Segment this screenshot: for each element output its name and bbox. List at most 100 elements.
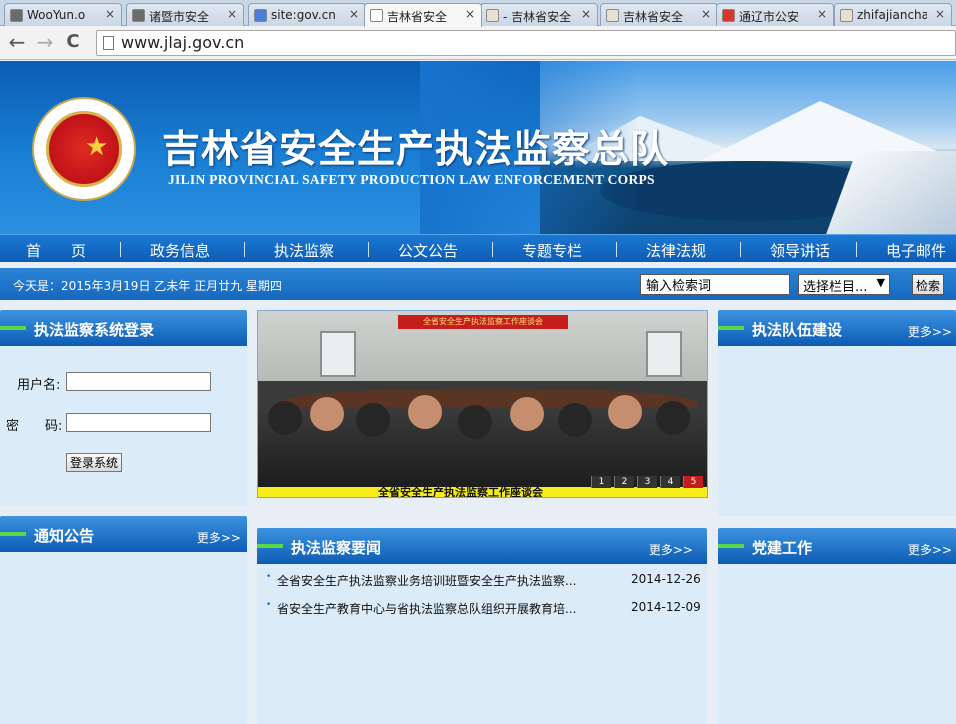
tab-favicon-icon	[370, 9, 383, 22]
header-accent-bar	[718, 326, 744, 330]
login-title: 执法监察系统登录	[34, 321, 155, 339]
tab-label: site:gov.cn	[271, 8, 336, 22]
browser-tab[interactable]: - 吉林省安全 ×	[480, 3, 598, 26]
reload-icon[interactable]: C	[62, 31, 84, 53]
browser-tab[interactable]: zhifajiancha ×	[834, 3, 952, 26]
nav-separator	[120, 242, 121, 257]
url-text: www.jlaj.gov.cn	[121, 33, 245, 52]
nav-item[interactable]: 专题专栏	[522, 240, 582, 261]
star-icon: ★	[85, 132, 109, 162]
bullet-icon: •	[266, 600, 272, 610]
slide-number-button[interactable]: 2	[614, 476, 634, 488]
tab-favicon-icon	[486, 9, 499, 22]
header-accent-bar	[257, 544, 283, 548]
back-icon[interactable]: ←	[6, 31, 28, 53]
forward-icon[interactable]: →	[34, 31, 56, 53]
browser-tab[interactable]: WooYun.o ×	[4, 3, 122, 26]
browser-tab[interactable]: site:gov.cn ×	[248, 3, 366, 26]
team-more-link[interactable]: 更多>>	[908, 323, 952, 340]
login-button[interactable]: 登录系统	[66, 453, 122, 472]
tab-favicon-icon	[722, 9, 735, 22]
tab-label: 吉林省安全	[623, 10, 684, 24]
current-date: 今天是：2015年3月19日 乙未年 正月廿九 星期四	[13, 279, 282, 293]
tab-favicon-icon	[132, 9, 145, 22]
slide-number-button[interactable]: 4	[660, 476, 680, 488]
bullet-icon: •	[266, 572, 272, 582]
search-button[interactable]: 检索	[912, 274, 944, 295]
news-title: 执法监察要闻	[291, 539, 382, 557]
browser-tab[interactable]: 吉林省安全 ×	[600, 3, 718, 26]
header-accent-bar	[718, 544, 744, 548]
close-icon[interactable]: ×	[349, 7, 359, 21]
party-title: 党建工作	[752, 539, 813, 557]
close-icon[interactable]: ×	[227, 7, 237, 21]
search-input[interactable]	[640, 274, 790, 295]
nav-separator	[616, 242, 617, 257]
notices-panel: 通知公告 更多>> •企业安全生产基本情况登记表•吉林省安全生产监督管理局关于转…	[0, 516, 247, 724]
chevron-down-icon: ▼	[876, 276, 885, 289]
browser-toolbar: ← → C www.jlaj.gov.cn	[0, 26, 956, 60]
nav-item[interactable]: 执法监察	[274, 240, 334, 261]
nav-separator	[740, 242, 741, 257]
nav-item[interactable]: 法律法规	[646, 240, 706, 261]
close-icon[interactable]: ×	[701, 7, 711, 21]
news-item-date: 2014-12-09	[631, 600, 701, 614]
tab-favicon-icon	[254, 9, 267, 22]
close-icon[interactable]: ×	[817, 7, 827, 21]
page-icon	[103, 36, 114, 50]
browser-tab[interactable]: 吉林省安全 ×	[364, 3, 482, 27]
news-item-title: 全省安全生产执法监察业务培训班暨安全生产执法监察...	[277, 574, 577, 588]
nav-item[interactable]: 领导讲话	[770, 240, 830, 261]
nav-item[interactable]: 首 页	[26, 240, 86, 261]
photo-slideshow[interactable]: 全省安全生产执法监察工作座谈会 全省安全生产执法监察工作座谈会	[257, 310, 708, 498]
tab-label: WooYun.o	[27, 8, 86, 22]
notices-title: 通知公告	[34, 527, 95, 545]
site-subtitle: JILIN PROVINCIAL SAFETY PRODUCTION LAW E…	[168, 172, 655, 187]
news-item-date: 2014-12-26	[631, 572, 701, 586]
close-icon[interactable]: ×	[581, 7, 591, 21]
close-icon[interactable]: ×	[105, 7, 115, 21]
nav-item[interactable]: 公文公告	[398, 240, 458, 261]
browser-tab[interactable]: 诸暨市安全 ×	[126, 3, 244, 26]
username-label: 用户名:	[17, 378, 61, 393]
category-select[interactable]: 选择栏目... ▼	[798, 274, 890, 295]
password-input[interactable]	[66, 413, 211, 432]
login-panel: 执法监察系统登录 用户名: 密 码: 登录系统	[0, 310, 247, 506]
news-item-title: 省安全生产教育中心与省执法监察总队组织开展教育培...	[277, 602, 577, 616]
nav-item[interactable]: 政务信息	[150, 240, 210, 261]
close-icon[interactable]: ×	[935, 7, 945, 21]
close-icon[interactable]: ×	[465, 7, 475, 21]
site-title: 吉林省安全生产执法监察总队	[162, 126, 670, 171]
tab-label: 诸暨市安全	[149, 10, 210, 24]
nav-separator	[368, 242, 369, 257]
team-title: 执法队伍建设	[752, 321, 843, 339]
party-more-link[interactable]: 更多>>	[908, 541, 952, 558]
address-bar[interactable]: www.jlaj.gov.cn	[96, 30, 956, 56]
tab-label: 吉林省安全	[387, 10, 448, 24]
tab-label: zhifajiancha	[857, 8, 927, 22]
tab-label: 通辽市公安	[739, 10, 800, 24]
main-nav: 首 页 政务信息 执法监察 公文公告 专题专栏 法律法规 领导讲话 电子邮件	[0, 234, 956, 262]
nav-separator	[856, 242, 857, 257]
slide-number-button[interactable]: 1	[591, 476, 611, 488]
header-accent-bar	[0, 532, 26, 536]
notices-more-link[interactable]: 更多>>	[197, 529, 241, 546]
info-strip: 今天是：2015年3月19日 乙未年 正月廿九 星期四 选择栏目... ▼ 检索	[0, 268, 956, 300]
tab-favicon-icon	[10, 9, 23, 22]
browser-tab[interactable]: 通辽市公安 ×	[716, 3, 834, 26]
username-input[interactable]	[66, 372, 211, 391]
browser-tab-bar: WooYun.o × 诸暨市安全 × site:gov.cn × 吉林省安全 × - 吉林省安全…	[0, 0, 956, 27]
news-more-link[interactable]: 更多>>	[649, 541, 693, 558]
slide-number-button[interactable]: 5	[683, 476, 703, 488]
party-panel: 党建工作 更多>> •执法监察总队各党小组组长及成员名...•省安全监管局副局长…	[718, 528, 956, 724]
tab-favicon-icon	[606, 9, 619, 22]
photo-scene	[258, 395, 707, 487]
nav-item[interactable]: 电子邮件	[886, 240, 946, 261]
password-label: 密 码:	[6, 419, 63, 434]
nav-separator	[492, 242, 493, 257]
category-select-value: 选择栏目...	[803, 280, 868, 295]
photo-banner-text: 全省安全生产执法监察工作座谈会	[398, 315, 568, 329]
tab-label: - 吉林省安全	[503, 10, 572, 24]
slide-number-button[interactable]: 3	[637, 476, 657, 488]
nav-separator	[244, 242, 245, 257]
